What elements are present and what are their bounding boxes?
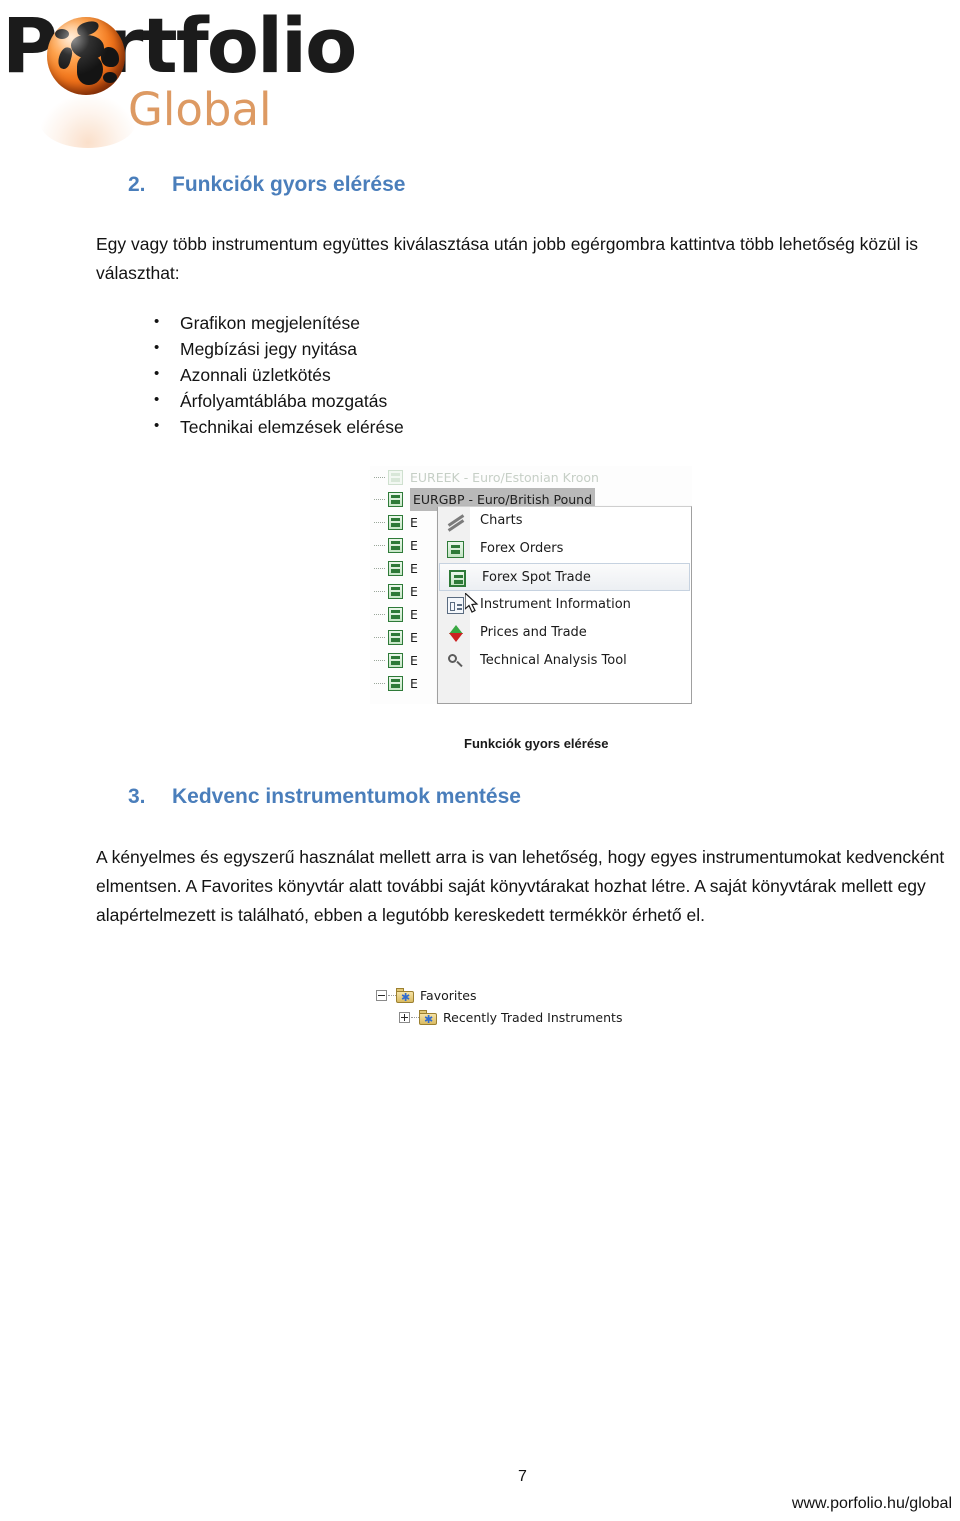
instrument-icon xyxy=(388,470,403,485)
forex-spot-trade-icon xyxy=(449,570,466,587)
instrument-icon xyxy=(388,676,403,691)
table-row: EUREEK - Euro/Estonian Kroon xyxy=(370,466,692,489)
section-2-intro-paragraph: Egy vagy több instrumentum együttes kivá… xyxy=(96,234,918,283)
expand-toggle-icon[interactable] xyxy=(399,1012,410,1023)
tree-item-label: E xyxy=(410,653,418,668)
folder-icon: ✱ xyxy=(419,1010,437,1025)
tree-item-label: Recently Traded Instruments xyxy=(443,1010,623,1025)
instrument-icon xyxy=(388,584,403,599)
menu-item-forex-orders[interactable]: Forex Orders xyxy=(438,535,691,563)
tree-connector xyxy=(374,477,385,478)
tree-connector xyxy=(388,995,396,996)
menu-item-charts[interactable]: Charts xyxy=(438,507,691,535)
instrument-information-icon xyxy=(447,597,464,614)
section-2-bullet-list: Grafikon megjelenítése Megbízási jegy ny… xyxy=(138,309,404,440)
section-3-number: 3. xyxy=(128,785,146,808)
charts-icon xyxy=(447,513,464,530)
tree-connector xyxy=(374,660,385,661)
tree-item-label: E xyxy=(410,676,418,691)
instrument-icon xyxy=(388,630,403,645)
page-number: 7 xyxy=(518,1468,527,1485)
section-2-title: Funkciók gyors elérése xyxy=(172,173,406,196)
globe-icon xyxy=(47,17,125,95)
folder-star: ✱ xyxy=(401,991,411,1004)
list-item: Technikai elemzések elérése xyxy=(138,413,404,440)
mouse-pointer-icon xyxy=(465,593,479,613)
instrument-icon xyxy=(388,607,403,622)
footer-url: www.porfolio.hu/global xyxy=(791,1495,952,1512)
list-item: Azonnali üzletkötés xyxy=(138,361,404,388)
tree-item-label: E xyxy=(410,538,418,553)
tree-connector xyxy=(411,1017,419,1018)
figure-caption: Funkciók gyors elérése xyxy=(464,736,609,751)
folder-star: ✱ xyxy=(424,1013,434,1026)
tree-connector xyxy=(374,522,385,523)
logo-wordmark-suffix: rtfolio xyxy=(105,1,357,90)
section-3-title: Kedvenc instrumentumok mentése xyxy=(172,785,521,808)
section-3-heading: 3. Kedvenc instrumentumok mentése xyxy=(128,785,521,809)
tree-item-label: E xyxy=(410,630,418,645)
forex-orders-icon xyxy=(447,541,464,558)
tree-connector xyxy=(374,568,385,569)
list-item: Grafikon megjelenítése xyxy=(138,309,404,336)
tree-connector xyxy=(374,683,385,684)
section-3-body-paragraph: A kényelmes és egyszerű használat mellet… xyxy=(96,847,945,925)
tree-item-label: EUREEK - Euro/Estonian Kroon xyxy=(410,470,599,485)
instrument-icon xyxy=(388,515,403,530)
instrument-icon xyxy=(388,538,403,553)
technical-analysis-icon xyxy=(447,653,464,670)
section-2-heading: 2. Funkciók gyors elérése xyxy=(128,173,405,197)
menu-item-label: Forex Orders xyxy=(480,541,564,556)
tree-item-label: E xyxy=(410,607,418,622)
tree-connector xyxy=(374,637,385,638)
prices-and-trade-icon xyxy=(447,625,464,642)
menu-item-label: Charts xyxy=(480,513,523,528)
menu-item-label: Prices and Trade xyxy=(480,625,587,640)
tree-item-label: E xyxy=(410,584,418,599)
globe-highlight xyxy=(47,17,125,95)
collapse-toggle-icon[interactable] xyxy=(376,990,387,1001)
section-2-number: 2. xyxy=(128,173,146,196)
logo-reflection xyxy=(40,96,136,148)
tree-connector xyxy=(374,591,385,592)
tree-connector xyxy=(374,499,385,500)
logo-subtitle: Global xyxy=(128,83,272,136)
instrument-icon xyxy=(388,492,403,507)
folder-icon: ✱ xyxy=(396,988,414,1003)
menu-item-label: Instrument Information xyxy=(480,597,631,612)
list-item: Árfolyamtáblába mozgatás xyxy=(138,387,404,414)
menu-item-label: Forex Spot Trade xyxy=(482,570,591,585)
menu-item-prices-and-trade[interactable]: Prices and Trade xyxy=(438,619,691,647)
portfolio-global-logo: Portfolio Global xyxy=(0,0,380,160)
instrument-icon xyxy=(388,561,403,576)
favorites-tree-screenshot: ✱ Favorites ✱ Recently Traded Instrument… xyxy=(373,985,673,1031)
tree-item-label: E xyxy=(410,561,418,576)
instrument-icon xyxy=(388,653,403,668)
list-item: Megbízási jegy nyitása xyxy=(138,335,404,362)
tree-connector xyxy=(374,545,385,546)
context-menu-screenshot: EUREEK - Euro/Estonian Kroon EURGBP - Eu… xyxy=(370,466,692,704)
tree-item-label: Favorites xyxy=(420,988,477,1003)
menu-item-label: Technical Analysis Tool xyxy=(480,653,627,668)
tree-item-label: E xyxy=(410,515,418,530)
tree-connector xyxy=(374,614,385,615)
menu-item-forex-spot-trade[interactable]: Forex Spot Trade xyxy=(439,563,690,591)
menu-item-technical-analysis-tool[interactable]: Technical Analysis Tool xyxy=(438,647,691,675)
